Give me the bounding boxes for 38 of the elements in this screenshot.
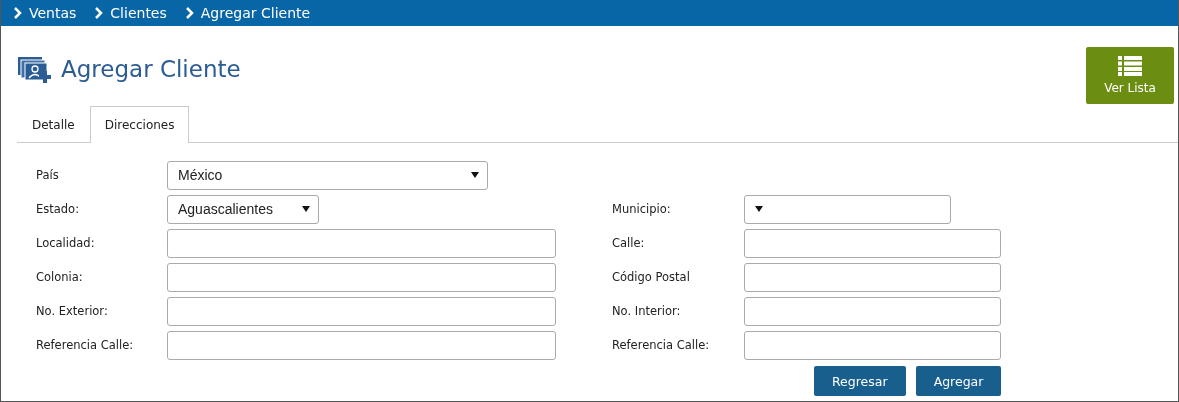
chevron-icon [94,7,105,19]
back-button[interactable]: Regresar [814,366,906,396]
dropdown[interactable]: México [167,160,488,190]
field-label: Código Postal [612,270,691,284]
input-field[interactable] [167,296,556,326]
caret-icon [755,206,763,212]
field-label: Localidad: [36,236,96,250]
chevron-icon [13,7,23,19]
dropdown[interactable] [744,194,951,224]
field-label: Colonia: [36,270,84,284]
caret-icon [302,206,310,212]
breadcrumb-link[interactable]: Agregar Cliente [200,5,311,21]
input-field[interactable] [744,296,1001,326]
field-label: Calle: [612,236,646,250]
field-label: No. Exterior: [36,304,109,318]
field-label: Referencia Calle: [612,338,711,352]
field-label: País [36,168,60,182]
field-label: Referencia Calle: [36,338,135,352]
input-field[interactable] [167,228,556,258]
input-field[interactable] [744,228,1001,258]
dropdown[interactable]: Aguascalientes [167,194,319,224]
input-field[interactable] [167,330,556,360]
list-view-button[interactable]: Ver Lista [1086,47,1174,104]
input-field[interactable] [744,330,1001,360]
chevron-icon [184,7,195,19]
field-label: Municipio: [612,202,672,216]
caret-icon [471,172,479,178]
tab[interactable]: Detalle [17,106,90,142]
field-label: Estado: [36,202,81,216]
page-title: Agregar Cliente [61,56,241,82]
input-field[interactable] [744,262,1001,292]
breadcrumb-link[interactable]: Clientes [110,5,167,21]
input-field[interactable] [167,262,556,292]
add-button[interactable]: Agregar [915,366,1002,396]
tab[interactable]: Direcciones [89,106,190,143]
list-icon [1118,56,1142,76]
field-label: No. Interior: [612,304,682,318]
breadcrumb-link[interactable]: Ventas [29,5,77,21]
